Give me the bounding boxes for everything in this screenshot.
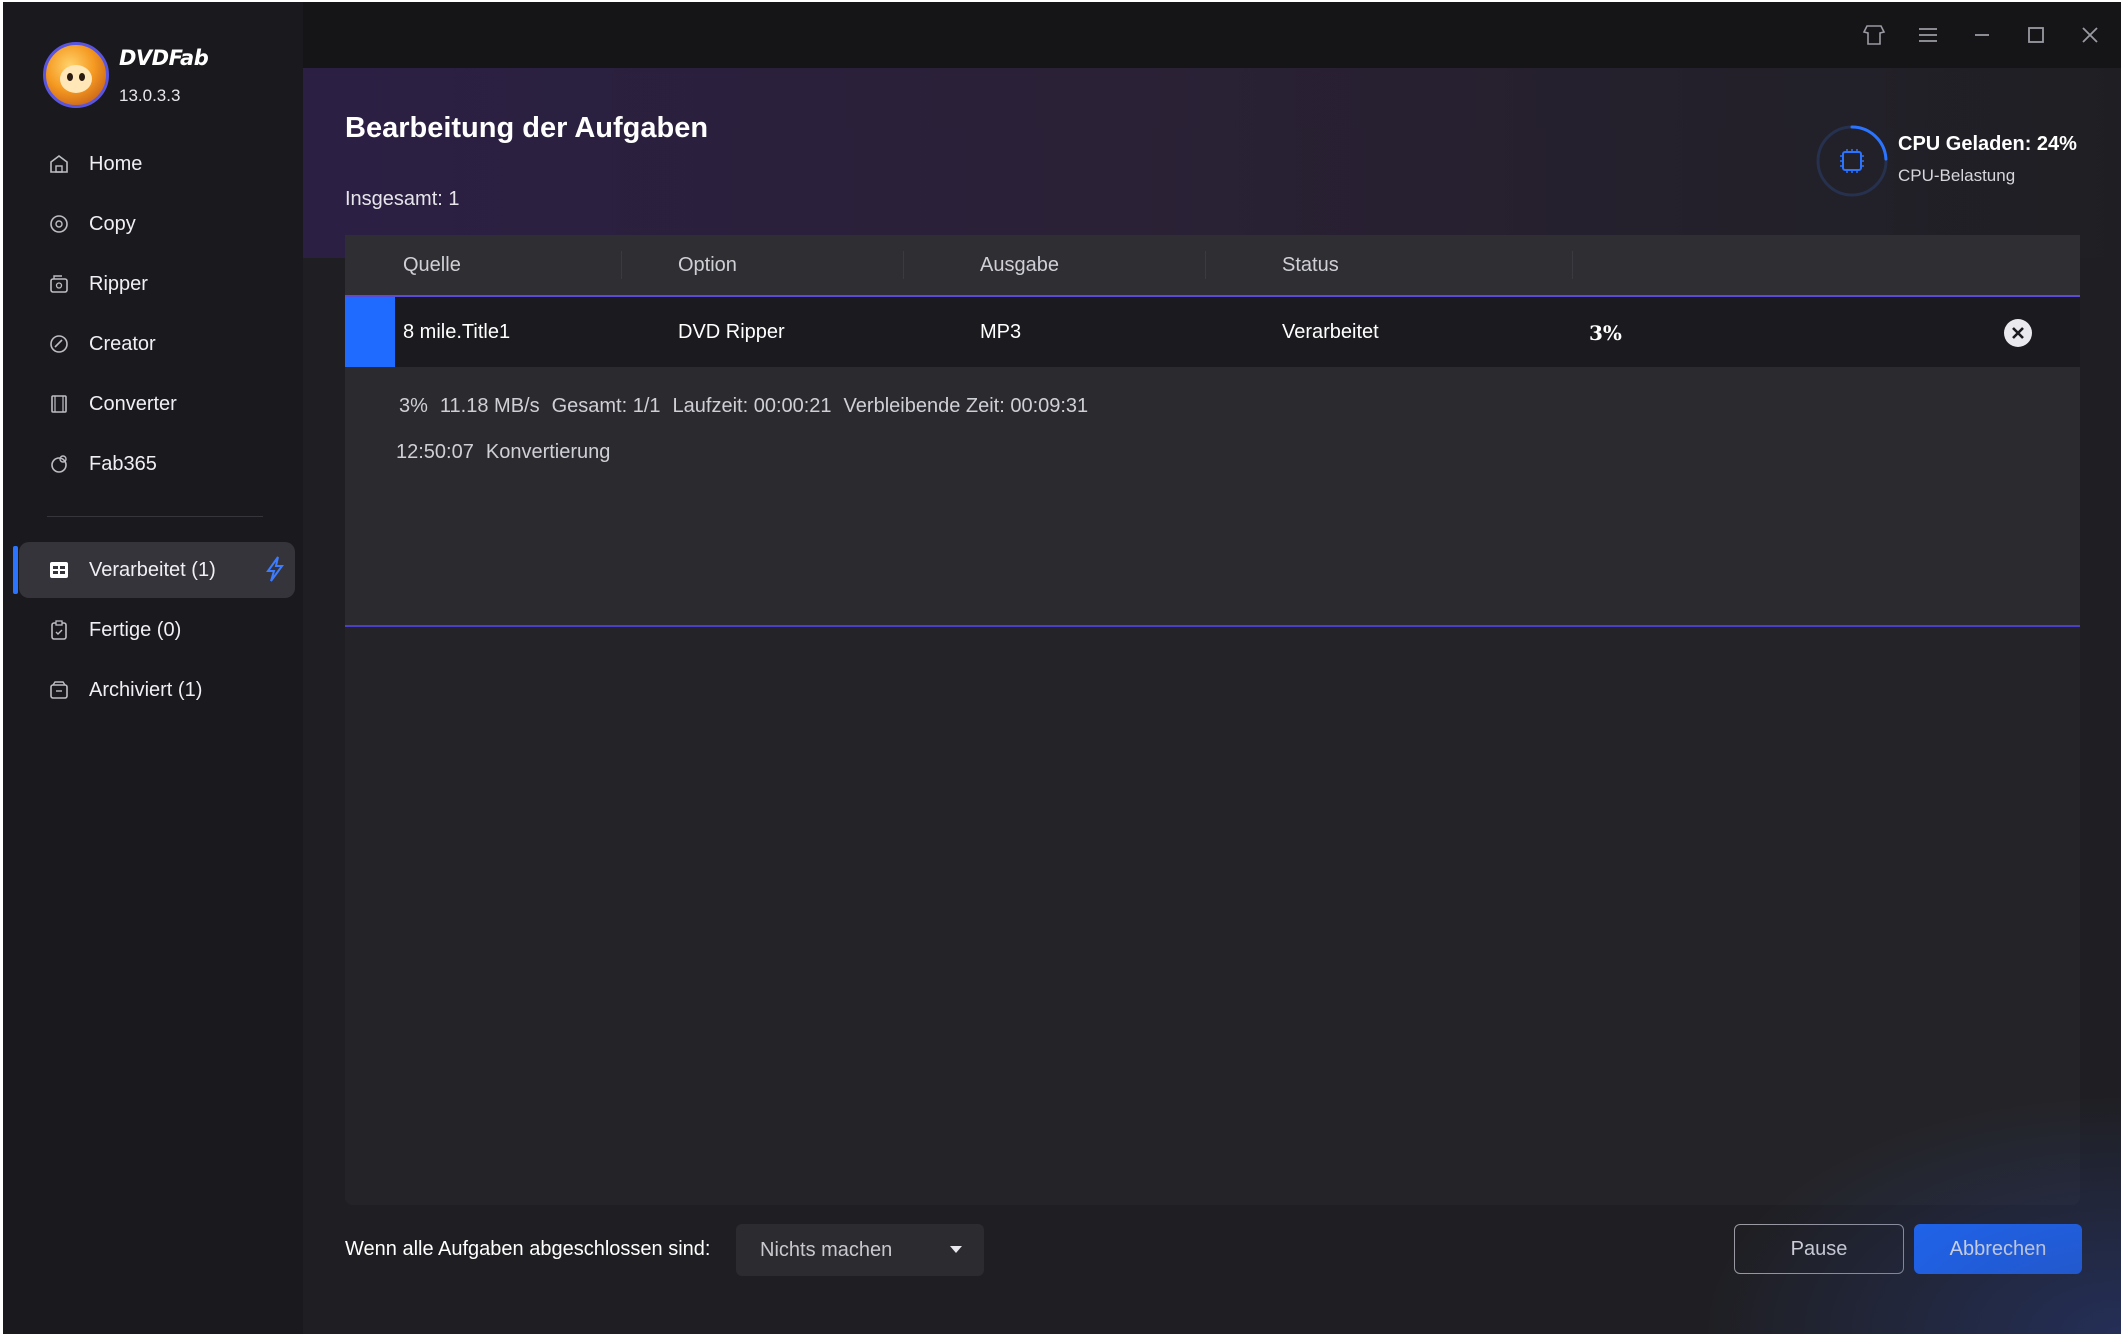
column-header-source: Quelle — [403, 254, 461, 276]
sidebar-item-label: Fab365 — [89, 452, 157, 475]
ripper-icon — [47, 272, 71, 296]
app-logo — [43, 42, 109, 108]
cpu-load-title: CPU Geladen: 24% — [1898, 133, 2077, 155]
title-bar — [303, 2, 2121, 68]
pause-button[interactable]: Pause — [1734, 1224, 1904, 1274]
cancel-button[interactable]: Abbrechen — [1914, 1224, 2082, 1274]
page-title: Bearbeitung der Aufgaben — [345, 112, 709, 144]
detail-elapsed: Laufzeit: 00:00:21 — [672, 395, 832, 417]
finished-icon — [47, 618, 71, 642]
column-header-output: Ausgabe — [980, 254, 1059, 276]
column-header-option: Option — [678, 254, 737, 276]
sidebar-item-label: Archiviert (1) — [89, 678, 203, 701]
detail-speed: 11.18 MB/s — [439, 395, 540, 417]
close-window-icon[interactable] — [2075, 20, 2105, 50]
remove-task-button[interactable] — [2004, 319, 2032, 347]
home-icon — [47, 152, 71, 176]
brand-name: DVDFab — [119, 46, 209, 70]
creator-icon — [47, 332, 71, 356]
app-version: 13.0.3.3 — [119, 86, 181, 105]
sidebar-item-label: Home — [89, 152, 143, 175]
row-source: 8 mile.Title1 — [403, 321, 511, 343]
log-step: Konvertierung — [485, 441, 611, 463]
task-progress-info: 3% 11.18 MB/s Gesamt: 1/1 Laufzeit: 00:00:2… — [399, 395, 1100, 418]
after-completion-select[interactable]: Nichts machen — [736, 1224, 984, 1276]
sidebar-item-home[interactable]: Home — [19, 136, 295, 192]
sidebar-item-label: Ripper — [89, 272, 148, 295]
task-panel: Quelle Option Ausgabe Status 8 mile.Titl… — [345, 235, 2080, 1205]
sidebar-item-label: Copy — [89, 212, 136, 235]
row-progress: 3% — [1589, 321, 1622, 345]
task-details: 3% 11.18 MB/s Gesamt: 1/1 Laufzeit: 00:00:2… — [345, 367, 2080, 627]
after-completion-value: Nichts machen — [760, 1238, 893, 1261]
sidebar-item-label: Verarbeitet (1) — [89, 558, 216, 581]
sidebar-item-archive[interactable]: Archiviert (1) — [19, 662, 295, 718]
task-list-empty-area — [345, 627, 2080, 1205]
cpu-load-subtitle: CPU-Belastung — [1898, 166, 2016, 185]
main-content: Bearbeitung der Aufgaben Insgesamt: 1 CP… — [303, 2, 2121, 1334]
app-window: DVDFab 13.0.3.3 Home Copy Ripper Creator — [3, 2, 2121, 1334]
bolt-icon — [265, 556, 285, 588]
sidebar-item-fab365[interactable]: Fab365 — [19, 436, 295, 492]
task-total: Insgesamt: 1 — [345, 188, 460, 210]
sidebar: DVDFab 13.0.3.3 Home Copy Ripper Creator — [3, 2, 303, 1334]
fab365-icon — [47, 452, 71, 476]
table-row[interactable]: 8 mile.Title1 DVD Ripper MP3 Verarbeitet… — [345, 295, 2080, 367]
copy-icon — [47, 212, 71, 236]
after-completion-label: Wenn alle Aufgaben abgeschlossen sind: — [345, 1238, 711, 1260]
sidebar-item-ripper[interactable]: Ripper — [19, 256, 295, 312]
skin-icon[interactable] — [1859, 20, 1889, 50]
close-icon — [2012, 327, 2024, 339]
detail-percent: 3% — [399, 395, 428, 417]
chevron-down-icon — [950, 1246, 962, 1253]
converter-icon — [47, 392, 71, 416]
detail-total: Gesamt: 1/1 — [551, 395, 661, 417]
table-header: Quelle Option Ausgabe Status — [345, 235, 2080, 295]
cpu-load-widget: CPU Geladen: 24% CPU-Belastung — [1815, 124, 2115, 198]
maximize-icon[interactable] — [2021, 20, 2051, 50]
menu-icon[interactable] — [1913, 20, 1943, 50]
cpu-gauge — [1816, 125, 1888, 197]
processing-icon — [47, 558, 71, 582]
sidebar-item-label: Creator — [89, 332, 156, 355]
minimize-icon[interactable] — [1967, 20, 1997, 50]
sidebar-item-label: Converter — [89, 392, 177, 415]
archive-icon — [47, 678, 71, 702]
sidebar-item-finished[interactable]: Fertige (0) — [19, 602, 295, 658]
task-log-line: 12:50:07 Konvertierung — [396, 441, 622, 464]
sidebar-item-label: Fertige (0) — [89, 618, 182, 641]
sidebar-item-creator[interactable]: Creator — [19, 316, 295, 372]
sidebar-item-copy[interactable]: Copy — [19, 196, 295, 252]
column-header-status: Status — [1282, 254, 1339, 276]
detail-remaining: Verbleibende Zeit: 00:09:31 — [843, 395, 1089, 417]
row-status: Verarbeitet — [1282, 321, 1379, 343]
row-output: MP3 — [980, 321, 1022, 343]
row-option: DVD Ripper — [678, 321, 785, 343]
sidebar-item-converter[interactable]: Converter — [19, 376, 295, 432]
log-time: 12:50:07 — [396, 441, 474, 463]
sidebar-divider — [47, 516, 263, 517]
sidebar-item-processing[interactable]: Verarbeitet (1) — [13, 542, 295, 598]
row-selection-marker — [345, 297, 395, 367]
